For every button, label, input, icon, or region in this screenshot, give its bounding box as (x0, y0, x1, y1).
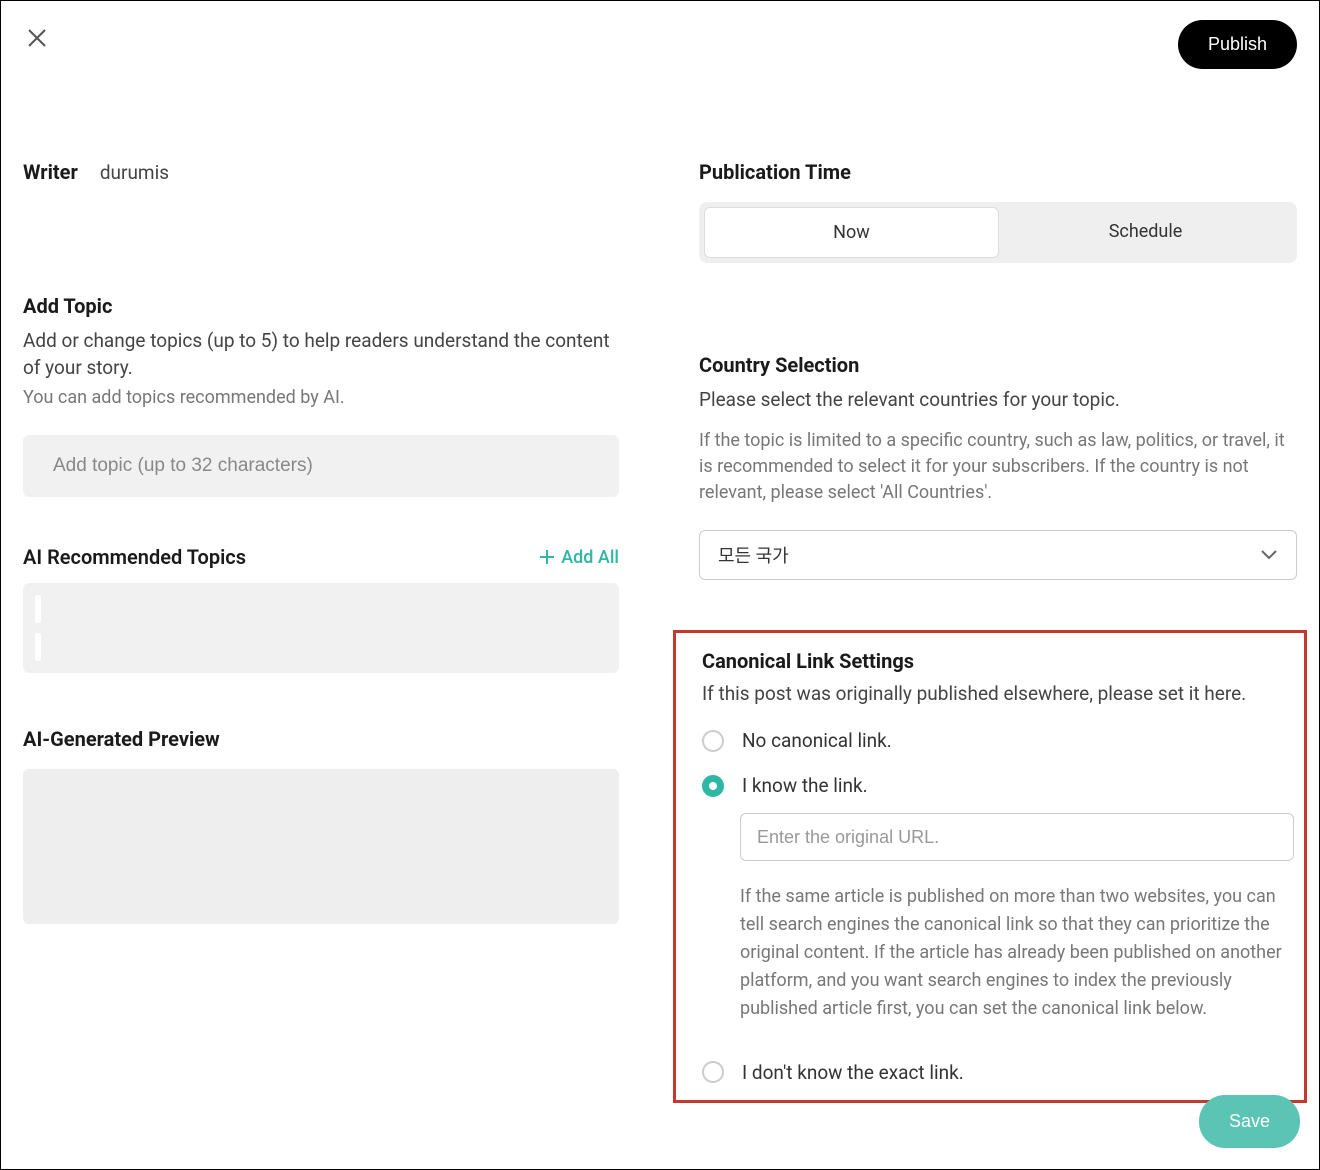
topic-input[interactable] (23, 435, 619, 497)
radio-label-none: No canonical link. (742, 729, 892, 752)
add-topic-hint: You can add topics recommended by AI. (23, 385, 619, 411)
country-selection-hint: If the topic is limited to a specific co… (699, 428, 1297, 506)
country-selection-title: Country Selection (699, 353, 1297, 377)
close-icon (27, 28, 47, 48)
canonical-help-text: If the same article is published on more… (740, 883, 1294, 1022)
ai-topics-title: AI Recommended Topics (23, 545, 246, 569)
publication-time-section: Publication Time Now Schedule (699, 160, 1297, 263)
radio-label-know: I know the link. (742, 774, 868, 797)
radio-no-canonical[interactable]: No canonical link. (702, 729, 1294, 752)
canonical-link-section: Canonical Link Settings If this post was… (673, 630, 1307, 1103)
canonical-url-input[interactable] (740, 813, 1294, 861)
country-select[interactable]: 모든 국가 (699, 530, 1297, 580)
save-button[interactable]: Save (1199, 1095, 1300, 1148)
radio-label-unknown: I don't know the exact link. (742, 1061, 964, 1084)
radio-unknown-link[interactable]: I don't know the exact link. (702, 1061, 1294, 1084)
writer-label: Writer (23, 160, 78, 184)
tab-now[interactable]: Now (704, 207, 999, 258)
radio-icon (702, 775, 724, 797)
add-all-label: Add All (561, 547, 619, 568)
writer-row: Writer durumis (23, 160, 619, 184)
add-topic-desc: Add or change topics (up to 5) to help r… (23, 328, 619, 381)
country-select-value: 모든 국가 (718, 542, 789, 568)
add-topic-section: Add Topic Add or change topics (up to 5)… (23, 294, 619, 497)
country-selection-desc: Please select the relevant countries for… (699, 387, 1297, 414)
radio-icon (702, 730, 724, 752)
plus-icon (539, 549, 555, 565)
topic-placeholder (35, 595, 41, 623)
radio-icon (702, 1061, 724, 1083)
country-selection-section: Country Selection Please select the rele… (699, 353, 1297, 580)
canonical-title: Canonical Link Settings (702, 649, 1294, 673)
canonical-desc: If this post was originally published el… (702, 681, 1294, 708)
ai-topics-box (23, 583, 619, 673)
add-topic-title: Add Topic (23, 294, 619, 318)
publication-time-title: Publication Time (699, 160, 1297, 184)
close-button[interactable] (23, 24, 51, 52)
radio-know-link[interactable]: I know the link. (702, 774, 1294, 797)
preview-title: AI-Generated Preview (23, 727, 619, 751)
publish-button[interactable]: Publish (1178, 20, 1297, 69)
preview-box (23, 769, 619, 924)
topic-placeholder (35, 633, 41, 661)
publication-time-toggle: Now Schedule (699, 202, 1297, 263)
add-all-button[interactable]: Add All (539, 547, 619, 568)
chevron-down-icon (1260, 549, 1278, 561)
writer-name: durumis (100, 161, 169, 184)
tab-schedule[interactable]: Schedule (999, 207, 1292, 258)
